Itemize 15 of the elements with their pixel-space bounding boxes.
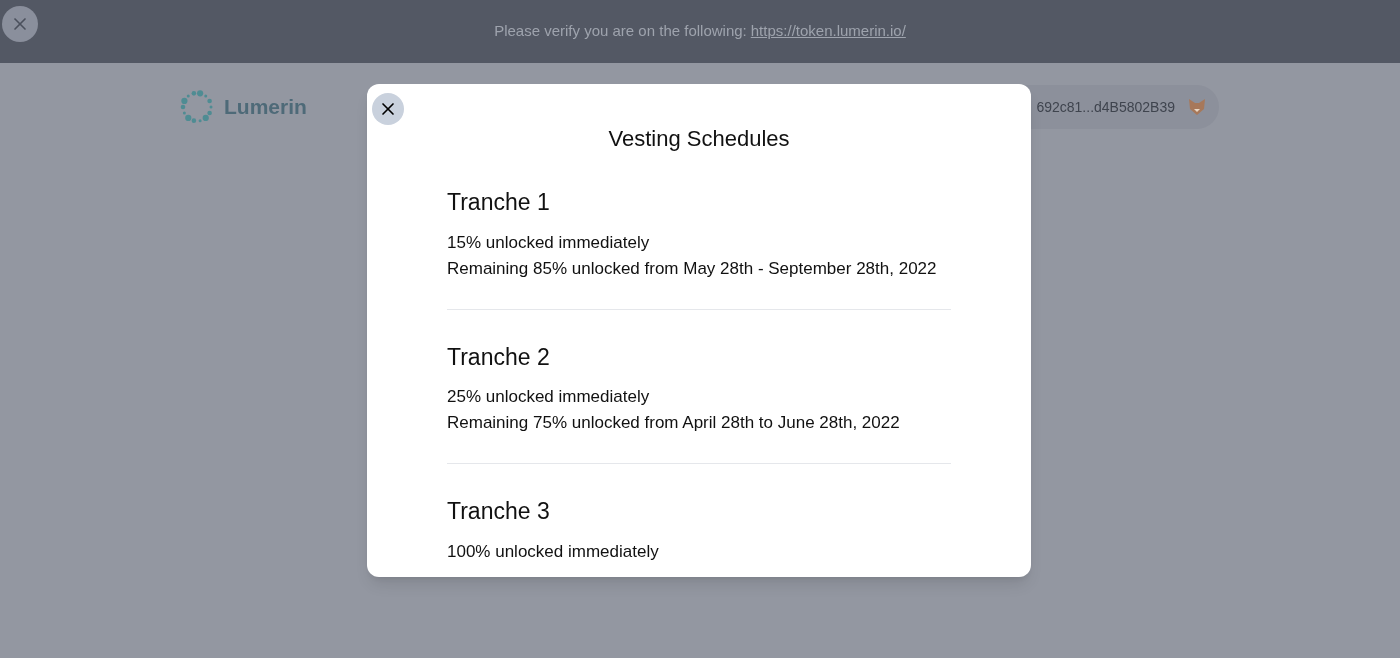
tranche-detail: Remaining 85% unlocked from May 28th - September 28th, 2022	[447, 257, 938, 280]
fox-icon	[1187, 97, 1207, 117]
tranche-title: Tranche 2	[447, 342, 551, 372]
verify-link[interactable]: https://token.lumerin.io/	[750, 20, 906, 43]
tranche-detail: 25% unlocked immediately	[447, 386, 651, 408]
modal-title: Vesting Schedules	[608, 125, 790, 153]
wallet-address: 692c81...d4B5802B39	[1036, 97, 1175, 117]
tranche-detail: 15% unlocked immediately	[447, 231, 651, 254]
tranche-title: Tranche 1	[447, 188, 551, 217]
banner-message: Please verify you are on the following:	[494, 21, 747, 42]
tranche-detail: Remaining 75% unlocked from April 28th to June 28th, 2022	[447, 412, 901, 434]
logo-text: Lumerin	[224, 94, 307, 121]
tranche-detail: 100% unlocked immediately	[447, 540, 660, 563]
close-button[interactable]	[372, 93, 404, 125]
tranche-title: Tranche 3	[447, 497, 551, 526]
